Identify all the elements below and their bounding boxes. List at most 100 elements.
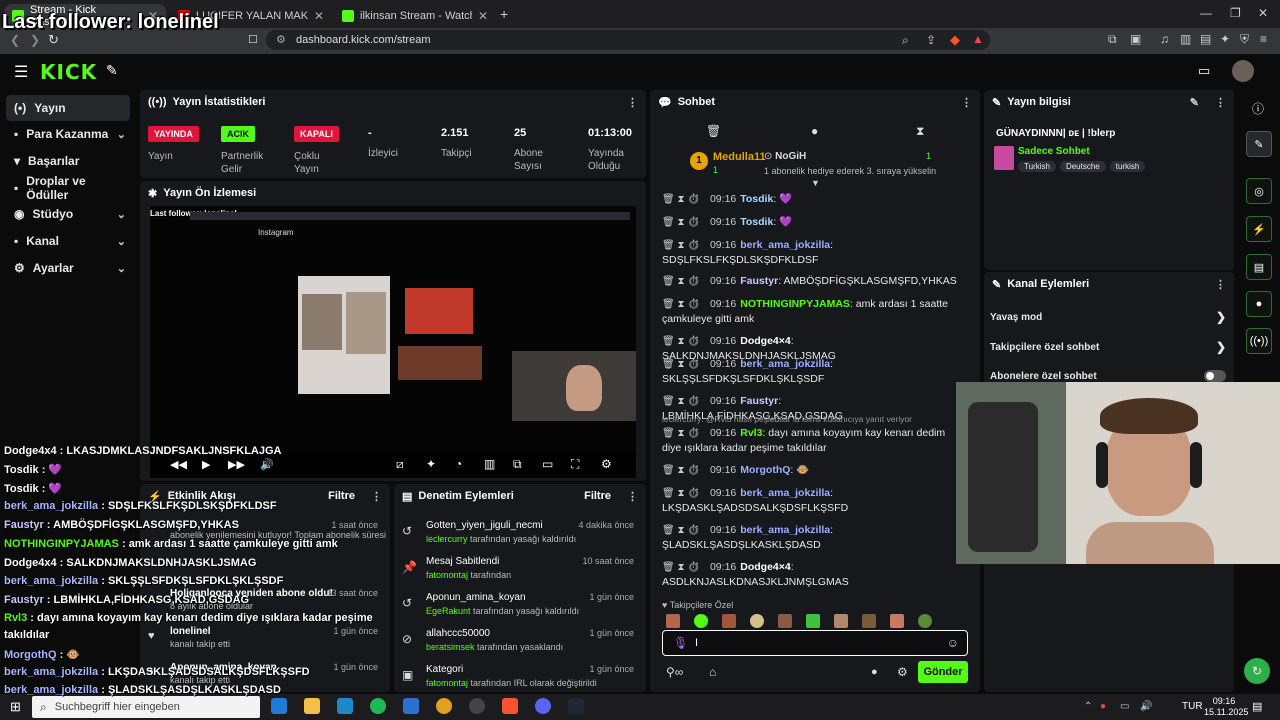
send-button[interactable]: Gönder <box>918 661 968 683</box>
subscribers-only-row[interactable]: Abonelere özel sohbet <box>990 370 1226 382</box>
message-username[interactable]: Faustyr <box>740 395 778 407</box>
keyboard-language[interactable]: TUR <box>1182 701 1203 712</box>
theater-icon[interactable]: ▭ <box>542 457 553 471</box>
chat-message[interactable]: 🗑 ⧗ ⏱ 09:16 MorgothQ: 🐵 <box>662 463 962 478</box>
wallet-icon[interactable]: ▤ <box>1200 32 1211 46</box>
menu-icon[interactable]: ≡ <box>1260 32 1267 46</box>
discord-icon[interactable] <box>535 698 551 714</box>
leo-ai-icon[interactable]: ✦ <box>1220 32 1230 46</box>
rail-bolt-button[interactable]: ⚡ <box>1246 216 1272 242</box>
chrome-icon[interactable] <box>436 698 452 714</box>
more-options-icon[interactable]: ⋮ <box>371 490 382 503</box>
message-mod-actions-icon[interactable]: 🗑 ⧗ ⏱ <box>662 465 700 476</box>
moderator-name[interactable]: EgeRakunt <box>426 606 471 616</box>
scroll-down-icon[interactable]: ▼ <box>811 178 820 188</box>
spotify-icon[interactable] <box>370 698 386 714</box>
chat-message[interactable]: 🗑 ⧗ ⏱ 09:16 Rvl3: dayı amına koyayım kay k… <box>662 426 962 456</box>
tag[interactable]: Turkish <box>1018 161 1056 172</box>
emote-icon[interactable] <box>890 614 904 628</box>
emote-icon[interactable] <box>694 614 708 628</box>
filter-button[interactable]: Filtre <box>584 490 611 502</box>
rail-list-button[interactable]: ▤ <box>1246 254 1272 280</box>
taskbar-clock[interactable]: 09:16 15.11.2025 <box>1204 696 1248 718</box>
windows-start-icon[interactable]: ⊞ <box>10 699 21 715</box>
edit-icon[interactable]: ✎ <box>1190 96 1199 109</box>
rail-edit-button[interactable]: ✎ <box>1246 131 1272 157</box>
stats-chart-icon[interactable]: ▥ <box>484 457 495 471</box>
back-icon[interactable]: ❮ <box>10 33 20 47</box>
fast-forward-icon[interactable]: ▶▶ <box>228 458 245 471</box>
emote-icon[interactable] <box>834 614 848 628</box>
chat-message[interactable]: 🗑 ⧗ ⏱ 09:16 berk_ama_jokzilla: LKŞDASKLŞAD… <box>662 486 962 516</box>
sidebar-item-yayin[interactable]: (•) Yayın <box>6 95 130 121</box>
more-options-icon[interactable]: ⋮ <box>1215 96 1226 109</box>
chat-message[interactable]: 🗑 ⧗ ⏱ 09:16 Faustyr: AMBÖŞDFİGŞKLASGMŞFD,Y… <box>662 274 962 289</box>
message-username[interactable]: berk_ama_jokzilla <box>740 358 830 370</box>
chat-input[interactable]: 🎙 I ☺ <box>662 630 968 656</box>
trash-icon[interactable]: 🗑 <box>706 124 721 138</box>
emote-icon[interactable] <box>722 614 736 628</box>
kick-logo[interactable]: KICK <box>40 60 97 84</box>
chat-message[interactable]: 🗑 ⧗ ⏱ 09:16 berk_ama_jokzilla: SDŞLFKSLFKŞ… <box>662 238 962 268</box>
message-username[interactable]: NOTHINGINPYJAMAS <box>740 298 850 310</box>
chat-message[interactable]: 🗑 ⧗ ⏱ 09:16 NOTHINGINPYJAMAS: amk ardası 1… <box>662 297 962 327</box>
message-username[interactable]: berk_ama_jokzilla <box>740 487 830 499</box>
subscribers-only-toggle[interactable] <box>1204 370 1226 382</box>
hourglass-icon[interactable]: ⧗ <box>916 124 924 139</box>
top-gifter-name[interactable]: Medulla11 <box>713 151 766 163</box>
close-tab-icon[interactable]: ✕ <box>478 9 488 23</box>
tag[interactable]: Deutsche <box>1059 161 1106 172</box>
message-username[interactable]: Tosdik <box>740 216 773 228</box>
message-mod-actions-icon[interactable]: 🗑 ⧗ ⏱ <box>662 359 700 370</box>
pip-icon[interactable]: ⧉ <box>513 457 522 472</box>
media-icon[interactable]: ♫ <box>1160 32 1169 46</box>
zoom-icon[interactable]: ⌕ <box>902 33 909 48</box>
message-mod-actions-icon[interactable]: 🗑 ⧗ ⏱ <box>662 562 700 573</box>
bookmark-icon[interactable]: ☐ <box>248 33 258 46</box>
rewind-icon[interactable]: ◀◀ <box>170 458 187 471</box>
more-options-icon[interactable]: ⋮ <box>961 96 972 109</box>
forward-icon[interactable]: ❯ <box>30 33 40 47</box>
network-icon[interactable]: ▭ <box>1120 701 1129 712</box>
sidebar-item-kanal[interactable]: ▪ Kanal ⌄ <box>6 228 130 254</box>
store-icon[interactable]: ⌂ <box>709 665 716 679</box>
tray-app-icon[interactable]: ● <box>1100 701 1106 712</box>
moderator-name[interactable]: fatomontaj <box>426 570 468 580</box>
edge-icon[interactable] <box>271 698 287 714</box>
emote-icon[interactable] <box>666 614 680 628</box>
moderator-name[interactable]: beratsimsek <box>426 642 475 652</box>
followers-only-row[interactable]: Takipçilere özel sohbet ❯ <box>990 340 1226 354</box>
steam-icon[interactable] <box>568 698 584 714</box>
moderator-name[interactable]: fatomontaj <box>426 678 468 688</box>
tray-chevron-icon[interactable]: ⌃ <box>1084 701 1092 712</box>
category-name[interactable]: Sadece Sohbet <box>1018 146 1090 157</box>
file-explorer-icon[interactable] <box>304 698 320 714</box>
message-mod-actions-icon[interactable]: 🗑 ⧗ ⏱ <box>662 336 700 347</box>
screenshot-icon[interactable]: ▣ <box>1130 32 1141 46</box>
more-options-icon[interactable]: ⋮ <box>1215 278 1226 291</box>
close-window-icon[interactable]: ✕ <box>1258 6 1268 20</box>
message-username[interactable]: Faustyr <box>740 275 778 287</box>
message-mod-actions-icon[interactable]: 🗑 ⧗ ⏱ <box>662 299 700 310</box>
settings-icon[interactable]: ⚙ <box>601 457 612 471</box>
speaker-icon[interactable]: 🔊 <box>1140 701 1152 712</box>
message-mod-actions-icon[interactable]: 🗑 ⧗ ⏱ <box>662 396 700 407</box>
info-icon[interactable]: ⓘ <box>1252 100 1264 117</box>
slow-mode-row[interactable]: Yavaş mod ❯ <box>990 310 1226 324</box>
emoji-icon[interactable]: ☺ <box>947 636 959 650</box>
message-username[interactable]: Dodge4×4 <box>740 335 790 347</box>
volume-icon[interactable]: 🔊 <box>260 458 274 471</box>
hamburger-menu-icon[interactable]: ☰ <box>14 62 28 82</box>
message-mod-actions-icon[interactable]: 🗑 ⧗ ⏱ <box>662 428 700 439</box>
help-chat-icon[interactable]: ↻ <box>1244 658 1270 684</box>
chat-message[interactable]: 🗑 ⧗ ⏱ 09:16 Tosdik: 💜 <box>662 192 962 207</box>
message-username[interactable]: berk_ama_jokzilla <box>740 239 830 251</box>
vpn-icon[interactable]: ⛨ <box>1240 32 1249 47</box>
emote-icon[interactable] <box>778 614 792 628</box>
rail-broadcast-button[interactable]: ((•)) <box>1246 328 1272 354</box>
brave-rewards-icon[interactable]: ▲ <box>972 32 984 46</box>
sidebar-toggle-icon[interactable]: ▥ <box>1180 32 1191 46</box>
notifications-icon[interactable]: ▤ <box>1252 700 1262 713</box>
message-mod-actions-icon[interactable]: 🗑 ⧗ ⏱ <box>662 276 700 287</box>
message-mod-actions-icon[interactable]: 🗑 ⧗ ⏱ <box>662 194 700 205</box>
